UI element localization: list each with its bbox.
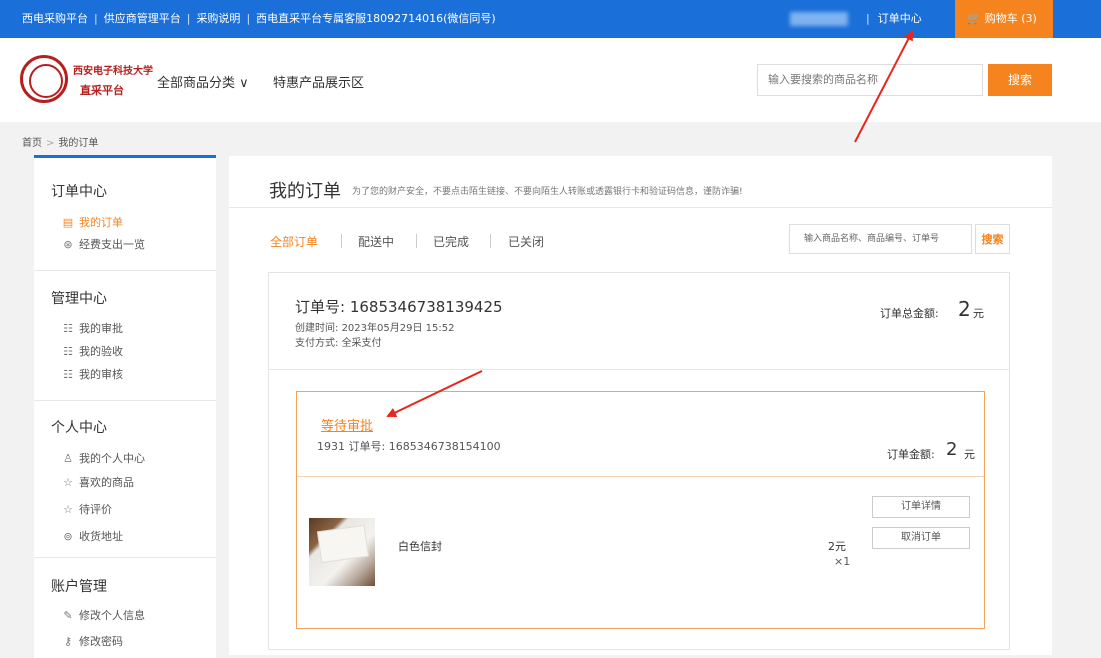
- annotation-arrow-order-center: [854, 30, 913, 143]
- annotation-arrows: [386, 30, 913, 418]
- annotation-arrow-status: [386, 370, 483, 418]
